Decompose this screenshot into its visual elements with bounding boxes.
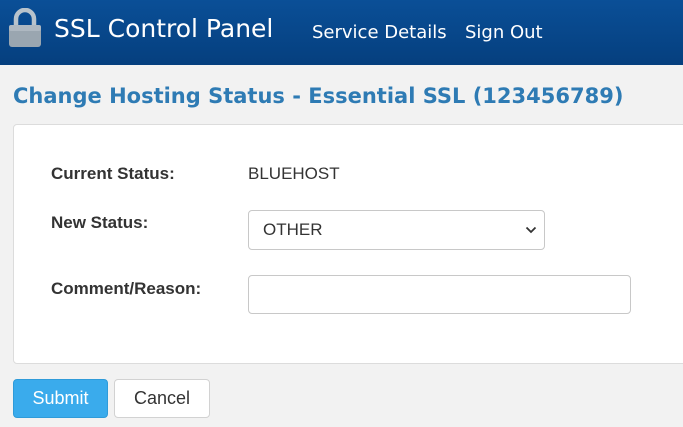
nav-sign-out-link[interactable]: Sign Out xyxy=(465,20,543,46)
nav-service-details-link[interactable]: Service Details xyxy=(312,20,447,46)
comment-reason-input[interactable] xyxy=(248,275,631,314)
lock-icon xyxy=(9,8,41,47)
current-status-value: BLUEHOST xyxy=(248,164,340,183)
submit-button[interactable]: Submit xyxy=(13,379,108,418)
cancel-button[interactable]: Cancel xyxy=(114,379,210,418)
new-status-select[interactable]: OTHER xyxy=(248,210,545,250)
chevron-down-icon xyxy=(525,226,537,234)
current-status-label: Current Status: xyxy=(51,164,175,183)
new-status-label: New Status: xyxy=(51,213,149,232)
comment-reason-label: Comment/Reason: xyxy=(51,279,202,298)
top-header: SSL Control Panel Service Details Sign O… xyxy=(0,0,683,65)
new-status-selected-value: OTHER xyxy=(263,220,323,239)
page-title: Change Hosting Status - Essential SSL (1… xyxy=(13,84,624,108)
app-title: SSL Control Panel xyxy=(54,14,274,43)
